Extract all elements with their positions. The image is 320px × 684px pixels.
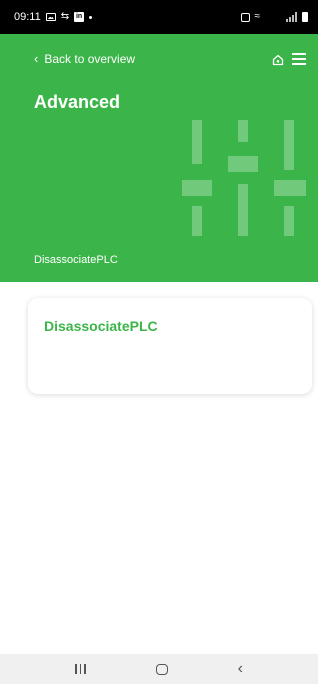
signal-strength-icon bbox=[286, 12, 297, 22]
back-link-label: Back to overview bbox=[44, 52, 136, 66]
home-button[interactable] bbox=[155, 663, 168, 675]
app-screen: 09:11 ⇆ in ≈ ‹ Back to overview Advanced… bbox=[0, 0, 318, 684]
home-icon[interactable] bbox=[272, 54, 284, 66]
link-notification-icon: ⇆ bbox=[60, 11, 70, 22]
status-time: 09:11 bbox=[14, 11, 41, 23]
linkedin-notification-icon: in bbox=[74, 12, 85, 22]
page-header: ‹ Back to overview Advanced Disassociate… bbox=[0, 34, 318, 282]
status-bar: 09:11 ⇆ in ≈ bbox=[0, 0, 318, 34]
card-title: DisassociatePLC bbox=[44, 318, 158, 334]
battery-icon bbox=[302, 12, 308, 22]
recent-apps-button[interactable] bbox=[75, 664, 86, 674]
decorative-sliders-graphic bbox=[180, 120, 306, 236]
more-notifications-dot-icon bbox=[89, 15, 93, 19]
alarm-icon bbox=[240, 12, 250, 22]
disassociate-plc-card[interactable]: DisassociatePLC bbox=[28, 298, 312, 394]
hamburger-menu-icon[interactable] bbox=[292, 53, 306, 65]
back-to-overview-link[interactable]: ‹ Back to overview bbox=[34, 52, 135, 66]
status-left: 09:11 ⇆ in bbox=[14, 11, 93, 23]
wifi-icon: ≈ bbox=[254, 11, 261, 22]
system-navigation-bar: ‹ bbox=[0, 654, 318, 684]
chevron-left-icon: ‹ bbox=[34, 51, 39, 66]
header-subtitle: DisassociatePLC bbox=[34, 254, 118, 266]
status-right: ≈ bbox=[240, 11, 308, 22]
page-title: Advanced bbox=[34, 92, 121, 112]
back-button[interactable]: ‹ bbox=[238, 661, 243, 677]
gallery-notification-icon bbox=[45, 13, 56, 21]
